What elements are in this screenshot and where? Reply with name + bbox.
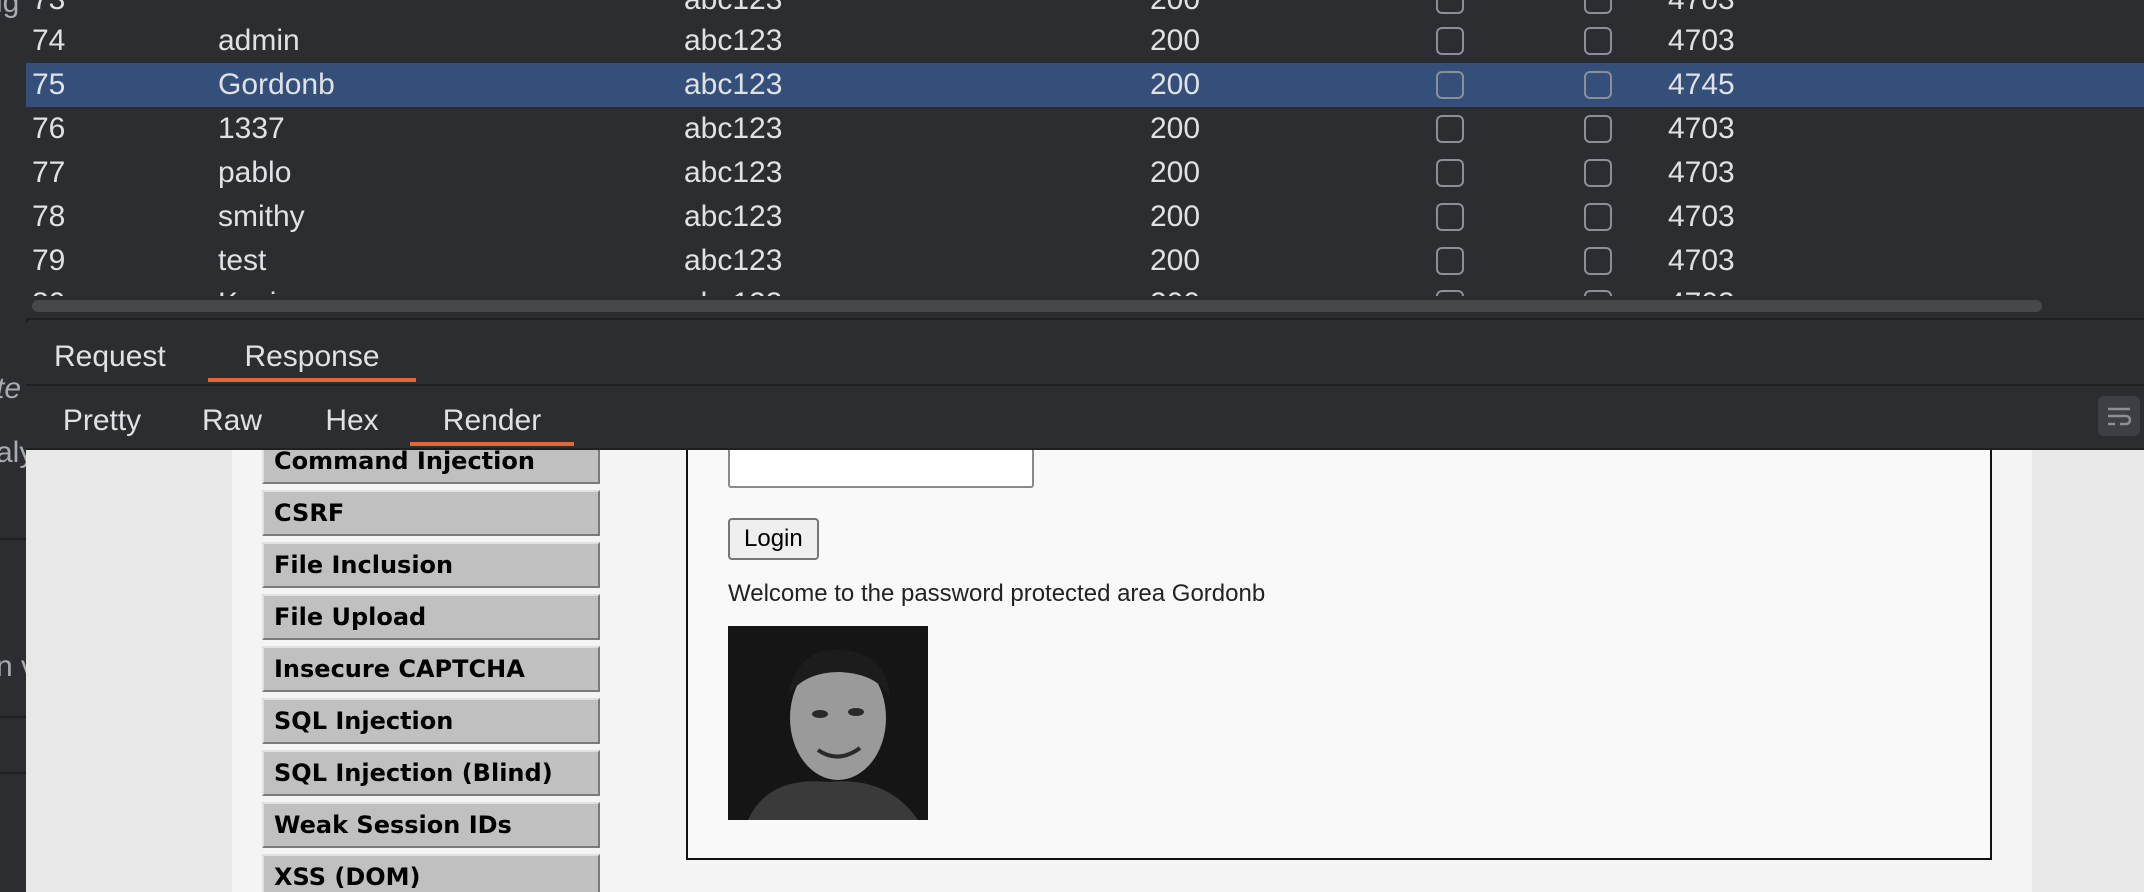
user-avatar <box>728 626 928 820</box>
timeout-checkbox[interactable] <box>1584 115 1612 143</box>
tab-hex[interactable]: Hex <box>316 386 388 446</box>
error-checkbox[interactable] <box>1436 115 1464 143</box>
divider <box>0 772 26 774</box>
timeout-checkbox[interactable] <box>1584 203 1612 231</box>
cell-length: 4703 <box>1668 244 1735 277</box>
menu-item-file-inclusion[interactable]: File Inclusion <box>262 542 600 588</box>
divider <box>0 716 26 718</box>
menu-item-weak-session-ids[interactable]: Weak Session IDs <box>262 802 600 848</box>
cell-status: 200 <box>1150 68 1201 101</box>
left-fragment: n v <box>0 650 26 684</box>
tab-raw[interactable]: Raw <box>196 386 268 446</box>
cell-payload-1: smithy <box>218 200 305 233</box>
timeout-checkbox[interactable] <box>1584 247 1612 275</box>
timeout-checkbox[interactable] <box>1584 27 1612 55</box>
password-field[interactable] <box>728 450 1034 488</box>
cell-payload-1: Kevin <box>218 282 293 296</box>
word-wrap-icon[interactable] <box>2098 396 2140 436</box>
tab-response[interactable]: Response <box>208 322 416 382</box>
menu-item-file-upload[interactable]: File Upload <box>262 594 600 640</box>
left-panel-edge: ig te aly n v <box>0 0 28 892</box>
cell-payload-1: test <box>218 244 267 277</box>
cell-payload-2: abc123 <box>684 24 783 57</box>
cell-payload-2: abc123 <box>684 68 783 101</box>
menu-item-command-injection[interactable]: Command Injection <box>262 450 600 484</box>
table-row[interactable]: 79 test abc123 200 4703 <box>26 239 2144 283</box>
message-tabs: Request Response <box>26 322 2144 386</box>
left-fragment: aly <box>0 436 26 469</box>
left-fragment: te <box>0 372 22 405</box>
cell-status: 200 <box>1150 244 1201 277</box>
timeout-checkbox[interactable] <box>1584 290 1612 296</box>
cell-payload-2: abc123 <box>684 282 782 296</box>
menu-item-xss-dom[interactable]: XSS (DOM) <box>262 854 600 892</box>
timeout-checkbox[interactable] <box>1584 71 1612 99</box>
menu-item-sql-injection[interactable]: SQL Injection <box>262 698 600 744</box>
table-row-selected[interactable]: 75 Gordonb abc123 200 4745 <box>26 63 2144 107</box>
view-tabs: Pretty Raw Hex Render <box>26 386 2144 450</box>
error-checkbox[interactable] <box>1436 0 1464 14</box>
error-checkbox[interactable] <box>1436 71 1464 99</box>
render-pane: Command Injection CSRF File Inclusion Fi… <box>26 450 2144 892</box>
error-checkbox[interactable] <box>1436 203 1464 231</box>
horizontal-scrollbar[interactable] <box>32 300 2042 312</box>
timeout-checkbox[interactable] <box>1584 159 1612 187</box>
left-fragment: ig <box>0 0 20 19</box>
error-checkbox[interactable] <box>1436 290 1464 296</box>
cell-length: 4703 <box>1668 24 1735 57</box>
cell-status: 200 <box>1150 200 1201 233</box>
cell-status: 200 <box>1150 156 1201 189</box>
cell-payload-2: abc123 <box>684 156 783 189</box>
welcome-message: Welcome to the password protected area G… <box>728 580 1266 607</box>
table-row[interactable]: 80 Kevin abc123 200 4703 <box>26 282 2144 296</box>
menu-item-csrf[interactable]: CSRF <box>262 490 600 536</box>
cell-payload-1: pablo <box>218 156 292 189</box>
tab-render[interactable]: Render <box>410 386 574 446</box>
word-wrap-icon-glyph <box>2108 407 2132 426</box>
cell-status: 200 <box>1150 282 1200 296</box>
cell-request-number: 79 <box>32 244 66 277</box>
cell-length: 4703 <box>1668 282 1735 296</box>
cell-status: 200 <box>1150 24 1201 57</box>
table-row[interactable]: 77 pablo abc123 200 4703 <box>26 151 2144 195</box>
cell-request-number: 74 <box>32 24 66 57</box>
error-checkbox[interactable] <box>1436 27 1464 55</box>
cell-length: 4745 <box>1668 68 1735 101</box>
table-row[interactable]: 78 smithy abc123 200 4703 <box>26 195 2144 239</box>
cell-length: 4703 <box>1668 112 1735 145</box>
cell-length: 4703 <box>1668 156 1735 189</box>
intruder-results-table[interactable]: 73 abc123 200 4703 74 admin abc123 200 4… <box>26 0 2144 320</box>
cell-request-number: 76 <box>32 112 66 145</box>
cell-request-number: 78 <box>32 200 66 233</box>
cell-payload-2: abc123 <box>684 200 783 233</box>
table-row[interactable]: 74 admin abc123 200 4703 <box>26 19 2144 63</box>
timeout-checkbox[interactable] <box>1584 0 1612 14</box>
table-row[interactable]: 76 1337 abc123 200 4703 <box>26 107 2144 151</box>
cell-length: 4703 <box>1668 200 1735 233</box>
cell-request-number: 80 <box>32 282 65 296</box>
login-content-box: Login Welcome to the password protected … <box>686 450 1992 860</box>
cell-request-number: 77 <box>32 156 66 189</box>
menu-item-insecure-captcha[interactable]: Insecure CAPTCHA <box>262 646 600 692</box>
cell-status: 200 <box>1150 112 1201 145</box>
login-button[interactable]: Login <box>728 518 819 560</box>
error-checkbox[interactable] <box>1436 159 1464 187</box>
cell-payload-1: 1337 <box>218 112 285 145</box>
tab-pretty[interactable]: Pretty <box>54 386 150 446</box>
menu-item-sql-injection-blind[interactable]: SQL Injection (Blind) <box>262 750 600 796</box>
cell-payload-2: abc123 <box>684 244 783 277</box>
cell-payload-1: Gordonb <box>218 68 335 101</box>
avatar-photo <box>728 626 928 820</box>
cell-payload-2: abc123 <box>684 112 783 145</box>
rendered-page: Command Injection CSRF File Inclusion Fi… <box>232 450 2032 892</box>
cell-request-number: 75 <box>32 68 66 101</box>
divider <box>26 318 2144 320</box>
error-checkbox[interactable] <box>1436 247 1464 275</box>
tab-request[interactable]: Request <box>54 322 166 382</box>
cell-payload-1: admin <box>218 24 300 57</box>
divider <box>0 538 26 540</box>
